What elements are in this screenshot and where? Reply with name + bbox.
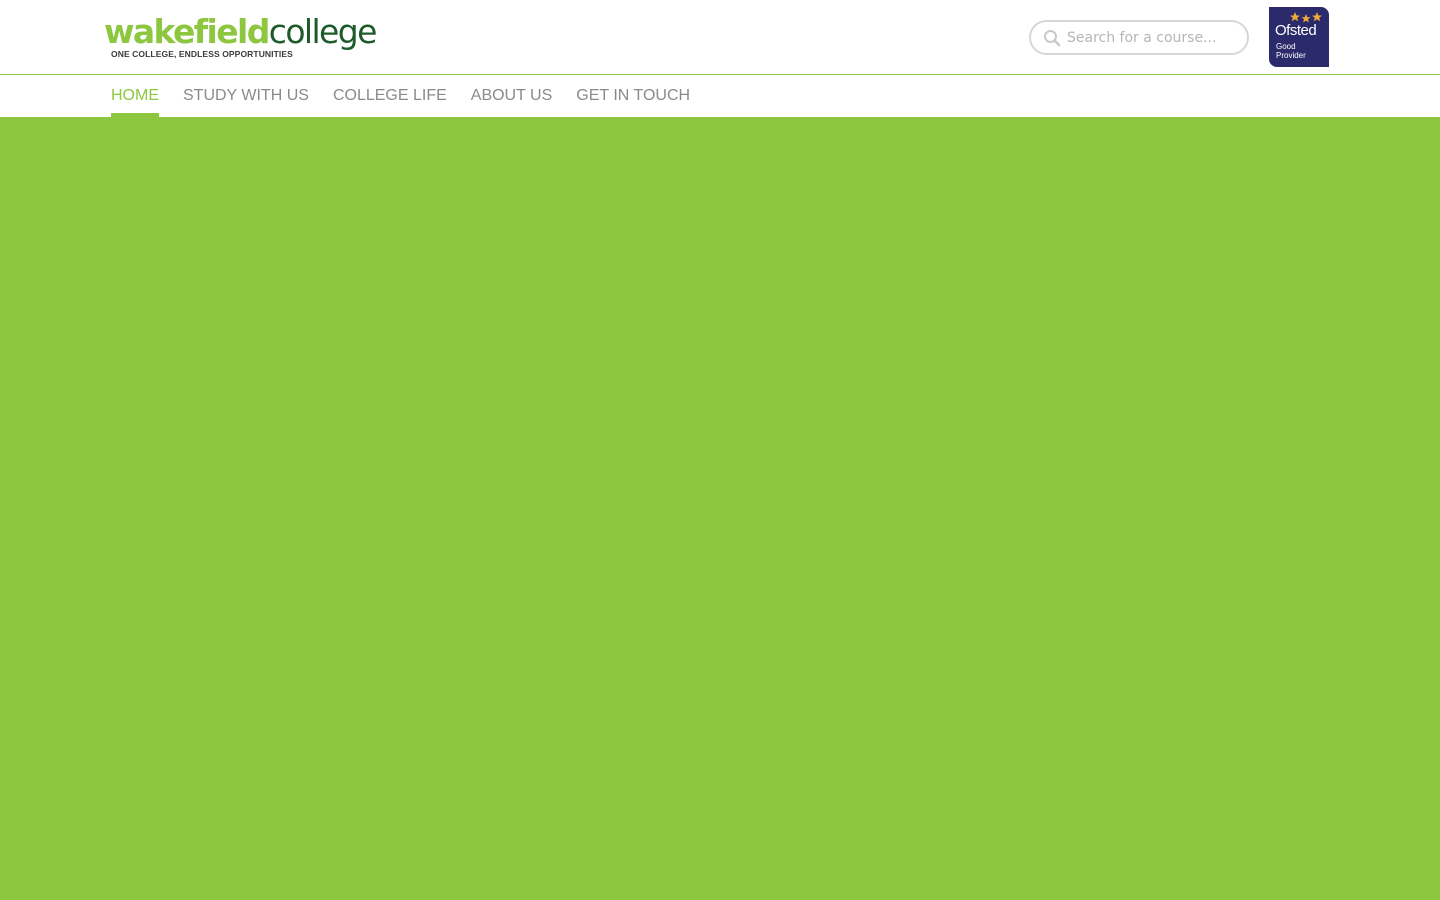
course-search: [1029, 20, 1249, 55]
college-logo[interactable]: wakefieldcollege ONE COLLEGE, ENDLESS OP…: [104, 12, 377, 64]
ofsted-grade-line2: Provider: [1276, 51, 1306, 60]
nav-item-college-life[interactable]: COLLEGE LIFE: [333, 76, 447, 117]
main-navigation: HOME STUDY WITH US COLLEGE LIFE ABOUT US…: [0, 76, 1440, 117]
nav-item-about-us[interactable]: ABOUT US: [471, 76, 553, 117]
hero-banner: [0, 117, 1440, 900]
search-icon[interactable]: [1043, 29, 1061, 47]
ofsted-grade-line1: Good: [1276, 42, 1296, 51]
site-header: wakefieldcollege ONE COLLEGE, ENDLESS OP…: [0, 0, 1440, 75]
search-input[interactable]: [1067, 26, 1239, 50]
nav-item-study-with-us[interactable]: STUDY WITH US: [183, 76, 309, 117]
ofsted-grade: Good Provider: [1276, 42, 1326, 60]
logo-wordmark: wakefieldcollege: [104, 12, 377, 51]
logo-tagline: ONE COLLEGE, ENDLESS OPPORTUNITIES: [111, 49, 293, 59]
nav-list: HOME STUDY WITH US COLLEGE LIFE ABOUT US…: [111, 76, 714, 117]
nav-item-home[interactable]: HOME: [111, 76, 159, 117]
ofsted-name: Ofsted: [1275, 22, 1317, 39]
ofsted-badge: Ofsted Good Provider: [1269, 7, 1329, 67]
nav-item-get-in-touch[interactable]: GET IN TOUCH: [576, 76, 690, 117]
